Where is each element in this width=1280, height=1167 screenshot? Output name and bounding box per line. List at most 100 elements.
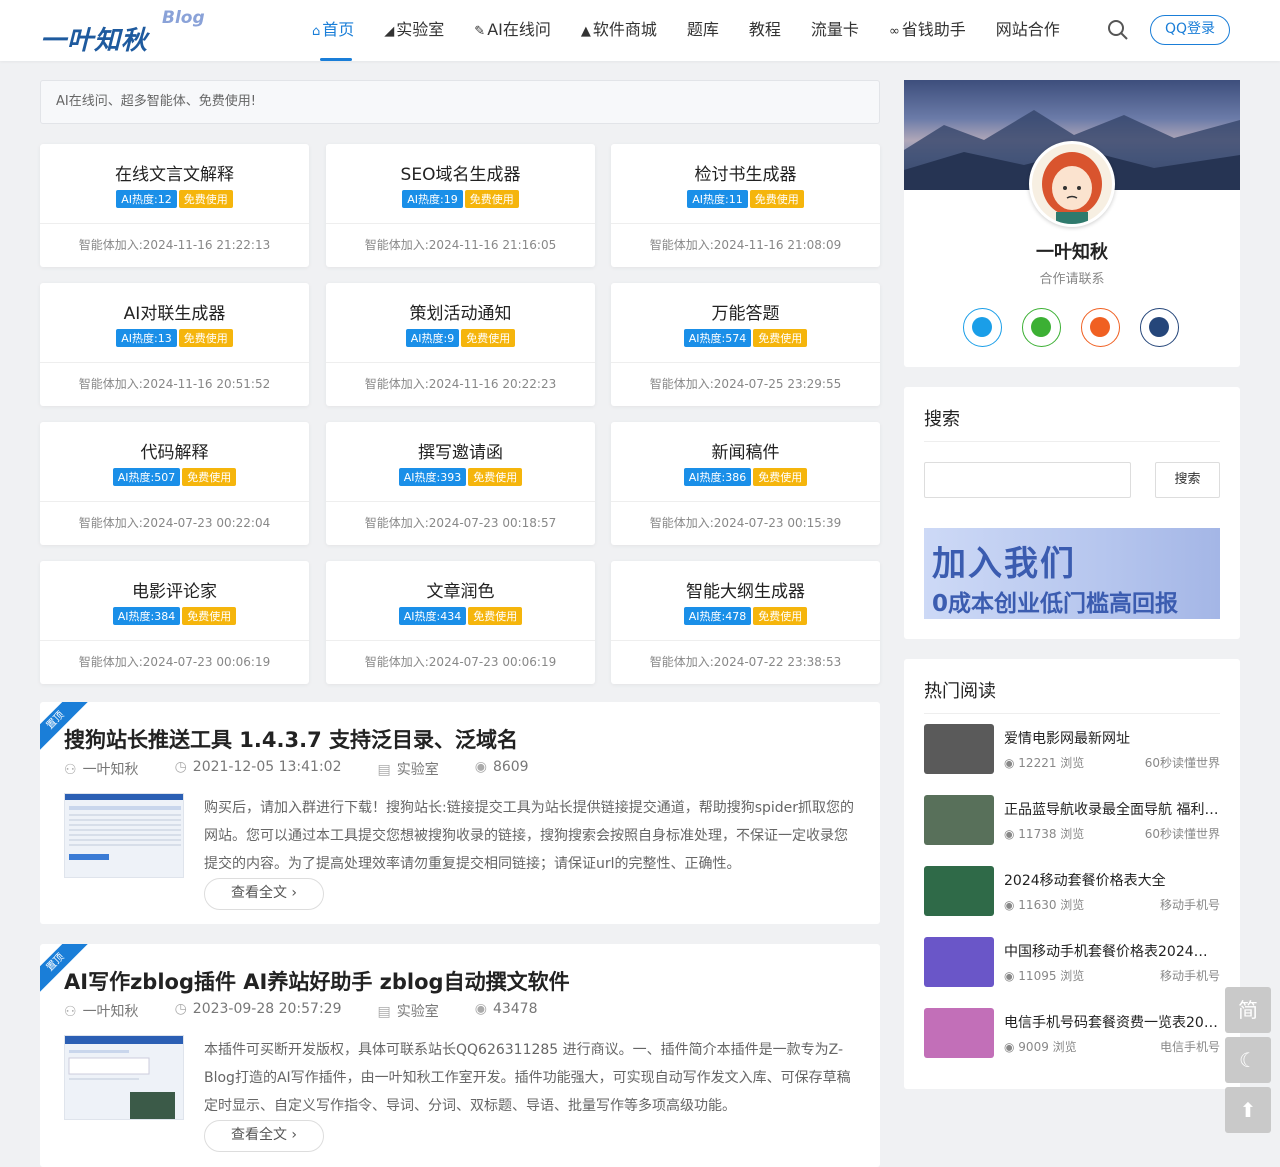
nav-label: 首页: [322, 20, 355, 39]
agent-title[interactable]: 撰写邀请函: [326, 438, 595, 463]
read-more-button[interactable]: 查看全文 ›: [204, 878, 324, 910]
agent-title[interactable]: 代码解释: [40, 438, 309, 463]
email-icon-glyph: [1090, 317, 1110, 337]
agent-card[interactable]: 万能答题 AI热度:574 免费使用智能体加入:2024-07-25 23:29:5…: [611, 283, 880, 406]
nav-item-8[interactable]: 网站合作: [996, 0, 1060, 61]
hot-item-title[interactable]: 电信手机号码套餐资费一览表2024年最新: [1004, 1012, 1220, 1032]
agent-title[interactable]: 文章润色: [326, 577, 595, 602]
hot-item-category[interactable]: 移动手机号: [1160, 896, 1220, 913]
agent-badges: AI热度:393 免费使用: [326, 468, 595, 486]
agent-title[interactable]: 检讨书生成器: [611, 160, 880, 185]
read-more-label: 查看全文: [230, 885, 287, 901]
post-author[interactable]: 一叶知秋: [83, 1004, 139, 1020]
agent-card[interactable]: AI对联生成器 AI热度:13 免费使用 智能体加入:2024-11-16 20:51…: [40, 283, 309, 406]
agent-card[interactable]: 代码解释 AI热度:507 免费使用 智能体加入:2024-07-23 00:22:0…: [40, 422, 309, 545]
agent-badges: AI热度:574 免费使用: [611, 329, 880, 347]
hot-item-category[interactable]: 60秒读懂世界: [1145, 754, 1220, 771]
qq-login-button[interactable]: QQ登录: [1150, 15, 1230, 45]
hot-item-title[interactable]: 2024移动套餐价格表大全: [1004, 870, 1220, 890]
email-icon[interactable]: [1081, 308, 1120, 347]
post-category[interactable]: 实验室: [397, 1004, 439, 1020]
hot-item-thumbnail[interactable]: [924, 795, 994, 845]
hot-item-title[interactable]: 中国移动手机套餐价格表2024年最新: [1004, 941, 1220, 961]
agent-card[interactable]: 电影评论家 AI热度:384 免费使用 智能体加入:2024-07-23 00:06:…: [40, 561, 309, 684]
agent-card[interactable]: 撰写邀请函 AI热度:393 免费使用 智能体加入:2024-07-23 00:18:…: [326, 422, 595, 545]
free-badge: 免费使用: [753, 468, 808, 486]
hot-item[interactable]: 电信手机号码套餐资费一览表2024年最新 ◉ 9009 浏览 电信手机号: [924, 1008, 1220, 1058]
agent-title[interactable]: 在线文言文解释: [40, 160, 309, 185]
post-thumbnail[interactable]: [64, 793, 184, 878]
site-logo[interactable]: 一叶知秋 Blog: [40, 8, 210, 56]
hot-item-category[interactable]: 移动手机号: [1160, 967, 1220, 984]
nav-item-0[interactable]: ⌂ 首页: [312, 0, 354, 61]
agent-title[interactable]: AI对联生成器: [40, 299, 309, 324]
hot-badge: AI热度:574: [683, 329, 752, 347]
free-badge: 免费使用: [182, 468, 237, 486]
agent-badges: AI热度:9 免费使用: [326, 329, 595, 347]
join-us-banner[interactable]: 加入我们 0成本创业低门槛高回报: [924, 528, 1220, 619]
agent-title[interactable]: 策划活动通知: [326, 299, 595, 324]
agent-title[interactable]: 万能答题: [611, 299, 880, 324]
post-title[interactable]: AI写作zblog插件 AI养站好助手 zblog自动撰文软件: [64, 966, 570, 996]
hot-item[interactable]: 中国移动手机套餐价格表2024年最新 ◉ 11095 浏览 移动手机号: [924, 937, 1220, 987]
wechat-icon[interactable]: [1022, 308, 1061, 347]
nav-item-4[interactable]: 题库: [687, 0, 719, 61]
user-icon[interactable]: [1140, 308, 1179, 347]
hot-item-thumbnail[interactable]: [924, 866, 994, 916]
night-mode-icon[interactable]: ☾: [1225, 1037, 1271, 1083]
qq-icon[interactable]: [963, 308, 1002, 347]
agent-badges: AI热度:12 免费使用: [40, 190, 309, 208]
hot-item-category[interactable]: 电信手机号: [1160, 1038, 1220, 1055]
nav-item-2[interactable]: ✎ AI在线问: [474, 0, 551, 61]
agent-badges: AI热度:13 免费使用: [40, 329, 309, 347]
agent-card[interactable]: 在线文言文解释 AI热度:12 免费使用 智能体加入:2024-11-16 21:22…: [40, 144, 309, 267]
hot-badge: AI热度:507: [112, 468, 181, 486]
hot-item-category[interactable]: 60秒读懂世界: [1145, 825, 1220, 842]
post-card[interactable]: 置顶 AI写作zblog插件 AI养站好助手 zblog自动撰文软件 ⚇ 一叶知秋…: [40, 944, 880, 1167]
post-card[interactable]: 置顶 搜狗站长推送工具 1.4.3.7 支持泛目录、泛域名 ⚇ 一叶知秋 ◷ 202…: [40, 702, 880, 924]
rocket-icon[interactable]: ⬆: [1225, 1087, 1271, 1133]
hot-item-title[interactable]: 爱情电影网最新网址: [1004, 728, 1220, 748]
agent-title[interactable]: 电影评论家: [40, 577, 309, 602]
nav-item-7[interactable]: ∞ 省钱助手: [889, 0, 966, 61]
agent-card[interactable]: SEO域名生成器 AI热度:19 免费使用 智能体加入:2024-11-16 21:1…: [326, 144, 595, 267]
nav-item-5[interactable]: 教程: [749, 0, 781, 61]
wechat-icon-glyph: [1031, 317, 1051, 337]
agent-title[interactable]: SEO域名生成器: [326, 160, 595, 185]
nav-item-6[interactable]: 流量卡: [811, 0, 859, 61]
post-title[interactable]: 搜狗站长推送工具 1.4.3.7 支持泛目录、泛域名: [64, 724, 518, 754]
search-icon[interactable]: [1107, 19, 1129, 41]
post-author[interactable]: 一叶知秋: [83, 762, 139, 778]
post-category[interactable]: 实验室: [397, 762, 439, 778]
hot-item[interactable]: 2024移动套餐价格表大全 ◉ 11630 浏览 移动手机号: [924, 866, 1220, 916]
agent-title[interactable]: 新闻稿件: [611, 438, 880, 463]
free-badge: 免费使用: [468, 468, 523, 486]
search-input[interactable]: [924, 462, 1131, 498]
simplified-chinese-icon[interactable]: 简: [1225, 987, 1271, 1033]
search-button[interactable]: 搜索: [1155, 462, 1220, 498]
home-icon: ⌂: [312, 24, 321, 39]
shopping-bag-icon: ▲: [580, 24, 591, 39]
agent-card[interactable]: 文章润色 AI热度:434 免费使用 智能体加入:2024-07-23 00:06:1…: [326, 561, 595, 684]
post-thumbnail[interactable]: [64, 1035, 184, 1120]
agent-title[interactable]: 智能大纲生成器: [611, 577, 880, 602]
hot-item[interactable]: 爱情电影网最新网址 ◉ 12221 浏览 60秒读懂世界: [924, 724, 1220, 774]
hot-item-thumbnail[interactable]: [924, 937, 994, 987]
hot-item-thumbnail[interactable]: [924, 724, 994, 774]
views-icon: ◉: [474, 759, 487, 775]
nav-item-1[interactable]: ◢ 实验室: [384, 0, 444, 61]
divider: [326, 362, 595, 363]
agent-card[interactable]: 新闻稿件 AI热度:386 免费使用 智能体加入:2024-07-23 00:15:3…: [611, 422, 880, 545]
avatar[interactable]: [1029, 141, 1115, 227]
agent-date: 智能体加入:2024-07-25 23:29:55: [649, 377, 842, 391]
post-date: 2023-09-28 20:57:29: [192, 1001, 342, 1017]
hot-item[interactable]: 正品蓝导航收录最全面导航 福利导航 ◉ 11738 浏览 60秒读懂世界: [924, 795, 1220, 845]
agent-card[interactable]: 检讨书生成器 AI热度:11 免费使用 智能体加入:2024-11-16 21:08:…: [611, 144, 880, 267]
agent-card[interactable]: 智能大纲生成器 AI热度:478 免费使用 智能体加入:2024-07-22 23:3…: [611, 561, 880, 684]
nav-item-3[interactable]: ▲ 软件商城: [581, 0, 657, 61]
agent-card[interactable]: 策划活动通知 AI热度:9 免费使用 智能体加入:2024-11-16 20:22:2…: [326, 283, 595, 406]
agent-badges: AI热度:386 免费使用: [611, 468, 880, 486]
hot-item-thumbnail[interactable]: [924, 1008, 994, 1058]
read-more-button[interactable]: 查看全文 ›: [204, 1120, 324, 1152]
hot-item-title[interactable]: 正品蓝导航收录最全面导航 福利导航: [1004, 799, 1220, 819]
